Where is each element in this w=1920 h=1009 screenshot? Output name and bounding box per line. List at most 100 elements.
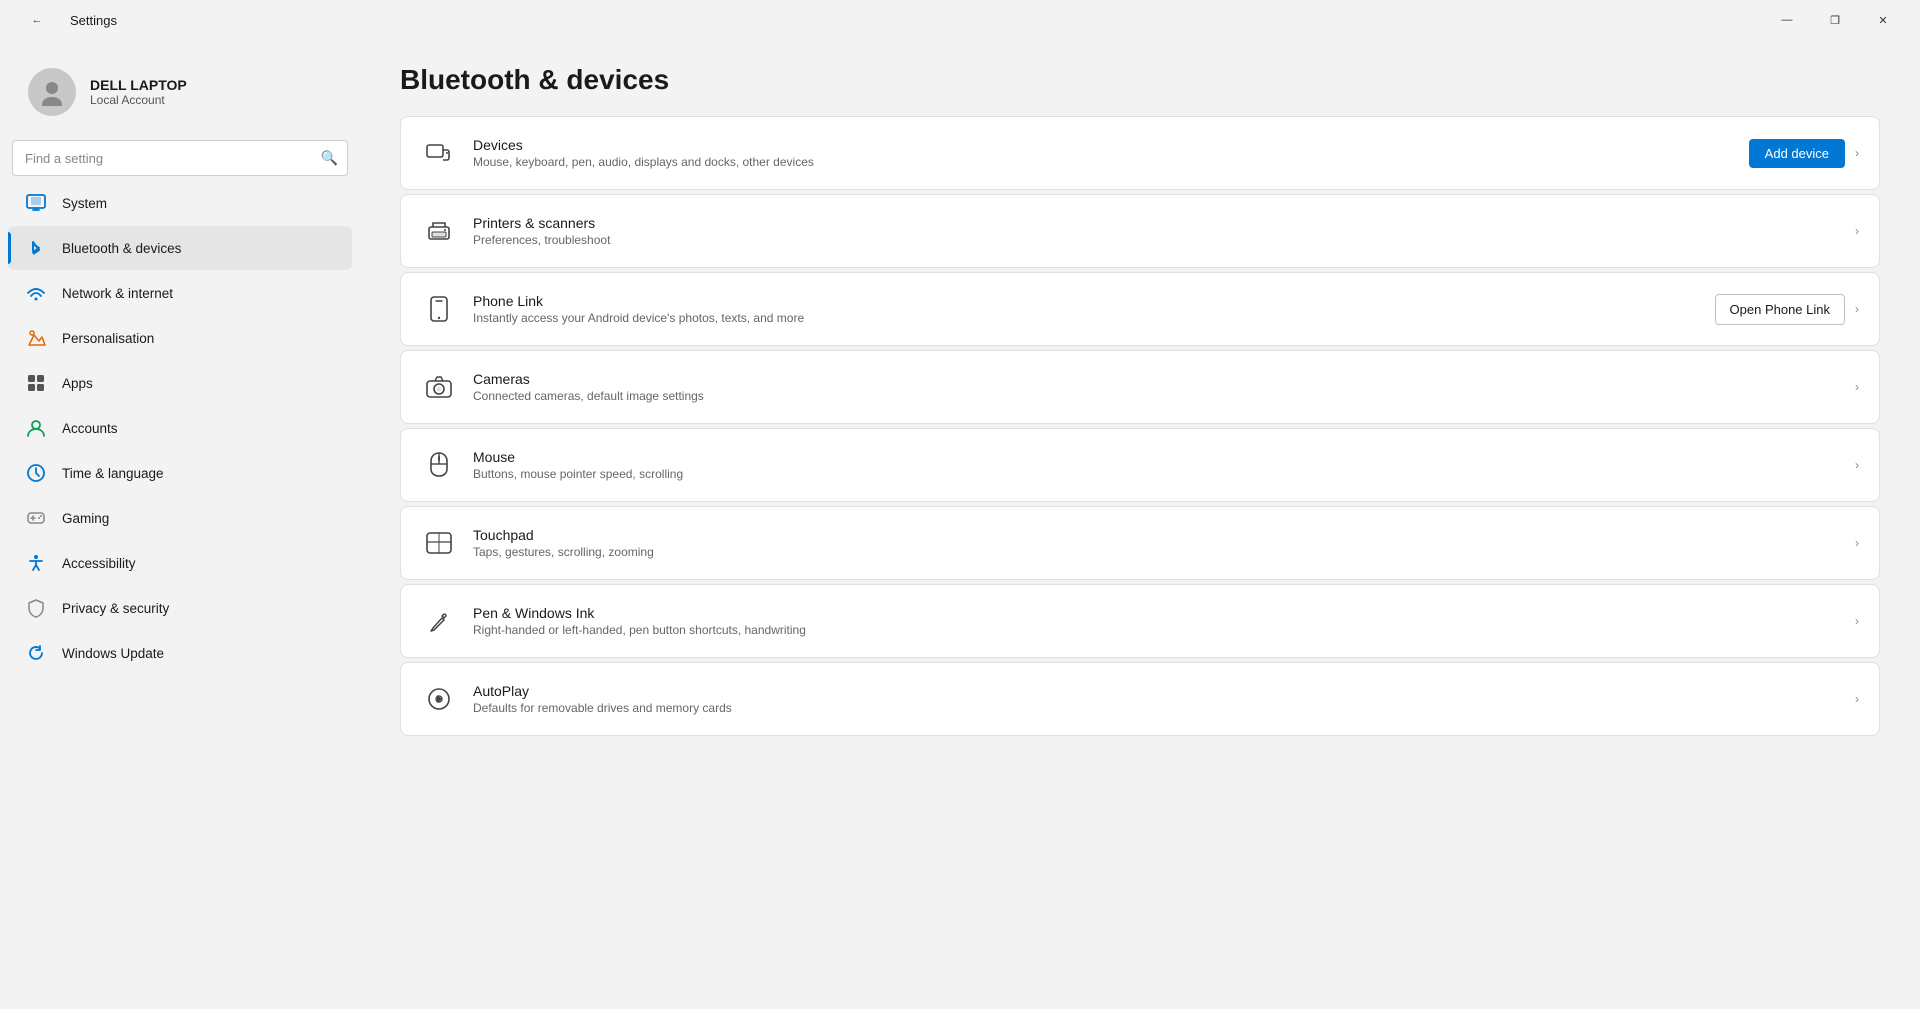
accessibility-icon	[24, 551, 48, 575]
phone-link-chevron-icon: ›	[1855, 302, 1859, 316]
sidebar-label-update: Windows Update	[62, 646, 164, 661]
cameras-icon	[421, 369, 457, 405]
pen-chevron-icon: ›	[1855, 614, 1859, 628]
printers-desc: Preferences, troubleshoot	[473, 233, 1855, 247]
sidebar-label-bluetooth: Bluetooth & devices	[62, 241, 181, 256]
autoplay-chevron-icon: ›	[1855, 692, 1859, 706]
sidebar-item-network[interactable]: Network & internet	[8, 271, 352, 315]
sidebar-label-accessibility: Accessibility	[62, 556, 136, 571]
open-phone-link-button[interactable]: Open Phone Link	[1715, 294, 1845, 325]
mouse-chevron-icon: ›	[1855, 458, 1859, 472]
titlebar-title: Settings	[70, 13, 117, 28]
sidebar-item-accessibility[interactable]: Accessibility	[8, 541, 352, 585]
pen-title: Pen & Windows Ink	[473, 605, 1855, 621]
sidebar-item-gaming[interactable]: Gaming	[8, 496, 352, 540]
system-icon	[24, 191, 48, 215]
touchpad-icon	[421, 525, 457, 561]
sidebar: DELL LAPTOP Local Account 🔍 System	[0, 40, 360, 1009]
main-content: Bluetooth & devices Devices Mouse, keybo…	[360, 40, 1920, 1009]
privacy-icon	[24, 596, 48, 620]
sidebar-label-gaming: Gaming	[62, 511, 109, 526]
titlebar-left: ← Settings	[14, 4, 117, 36]
mouse-title: Mouse	[473, 449, 1855, 465]
minimize-button[interactable]: —	[1764, 4, 1810, 36]
setting-item-mouse[interactable]: Mouse Buttons, mouse pointer speed, scro…	[400, 428, 1880, 502]
sidebar-label-accounts: Accounts	[62, 421, 118, 436]
personalisation-icon	[24, 326, 48, 350]
user-info: DELL LAPTOP Local Account	[90, 77, 187, 107]
phone-link-text: Phone Link Instantly access your Android…	[473, 293, 1715, 325]
setting-item-phone-link[interactable]: Phone Link Instantly access your Android…	[400, 272, 1880, 346]
titlebar: ← Settings — ❐ ✕	[0, 0, 1920, 40]
pen-desc: Right-handed or left-handed, pen button …	[473, 623, 1855, 637]
touchpad-text: Touchpad Taps, gestures, scrolling, zoom…	[473, 527, 1855, 559]
sidebar-item-apps[interactable]: Apps	[8, 361, 352, 405]
time-icon	[24, 461, 48, 485]
sidebar-item-personalisation[interactable]: Personalisation	[8, 316, 352, 360]
sidebar-label-system: System	[62, 196, 107, 211]
touchpad-desc: Taps, gestures, scrolling, zooming	[473, 545, 1855, 559]
sidebar-label-network: Network & internet	[62, 286, 173, 301]
sidebar-item-accounts[interactable]: Accounts	[8, 406, 352, 450]
devices-chevron-icon: ›	[1855, 146, 1859, 160]
setting-item-touchpad[interactable]: Touchpad Taps, gestures, scrolling, zoom…	[400, 506, 1880, 580]
printers-text: Printers & scanners Preferences, trouble…	[473, 215, 1855, 247]
account-type: Local Account	[90, 93, 187, 107]
printers-title: Printers & scanners	[473, 215, 1855, 231]
devices-title: Devices	[473, 137, 1749, 153]
mouse-desc: Buttons, mouse pointer speed, scrolling	[473, 467, 1855, 481]
update-icon	[24, 641, 48, 665]
bluetooth-icon	[24, 236, 48, 260]
devices-desc: Mouse, keyboard, pen, audio, displays an…	[473, 155, 1749, 169]
autoplay-title: AutoPlay	[473, 683, 1855, 699]
phone-link-title: Phone Link	[473, 293, 1715, 309]
close-button[interactable]: ✕	[1860, 4, 1906, 36]
mouse-icon	[421, 447, 457, 483]
pen-action: ›	[1855, 614, 1859, 628]
sidebar-item-system[interactable]: System	[8, 181, 352, 225]
mouse-action: ›	[1855, 458, 1859, 472]
sidebar-item-bluetooth[interactable]: Bluetooth & devices	[8, 226, 352, 270]
sidebar-label-personalisation: Personalisation	[62, 331, 154, 346]
setting-item-autoplay[interactable]: AutoPlay Defaults for removable drives a…	[400, 662, 1880, 736]
sidebar-item-time[interactable]: Time & language	[8, 451, 352, 495]
setting-item-cameras[interactable]: Cameras Connected cameras, default image…	[400, 350, 1880, 424]
cameras-action: ›	[1855, 380, 1859, 394]
mouse-text: Mouse Buttons, mouse pointer speed, scro…	[473, 449, 1855, 481]
cameras-chevron-icon: ›	[1855, 380, 1859, 394]
page-title: Bluetooth & devices	[400, 64, 1880, 96]
network-icon	[24, 281, 48, 305]
autoplay-action: ›	[1855, 692, 1859, 706]
search-icon: 🔍	[321, 150, 338, 167]
setting-item-printers[interactable]: Printers & scanners Preferences, trouble…	[400, 194, 1880, 268]
sidebar-label-apps: Apps	[62, 376, 93, 391]
devices-icon	[421, 135, 457, 171]
maximize-button[interactable]: ❐	[1812, 4, 1858, 36]
titlebar-controls: — ❐ ✕	[1764, 4, 1906, 36]
search-input[interactable]	[12, 140, 348, 176]
pen-text: Pen & Windows Ink Right-handed or left-h…	[473, 605, 1855, 637]
touchpad-chevron-icon: ›	[1855, 536, 1859, 550]
printers-icon	[421, 213, 457, 249]
printers-action: ›	[1855, 224, 1859, 238]
username: DELL LAPTOP	[90, 77, 187, 93]
add-device-button[interactable]: Add device	[1749, 139, 1845, 168]
sidebar-label-time: Time & language	[62, 466, 164, 481]
sidebar-item-update[interactable]: Windows Update	[8, 631, 352, 675]
setting-item-devices[interactable]: Devices Mouse, keyboard, pen, audio, dis…	[400, 116, 1880, 190]
sidebar-label-privacy: Privacy & security	[62, 601, 169, 616]
sidebar-item-privacy[interactable]: Privacy & security	[8, 586, 352, 630]
cameras-text: Cameras Connected cameras, default image…	[473, 371, 1855, 403]
avatar	[28, 68, 76, 116]
nav-list: System Bluetooth & devices	[0, 180, 360, 676]
cameras-desc: Connected cameras, default image setting…	[473, 389, 1855, 403]
settings-list: Devices Mouse, keyboard, pen, audio, dis…	[400, 116, 1880, 736]
user-profile[interactable]: DELL LAPTOP Local Account	[8, 48, 352, 132]
phone-link-desc: Instantly access your Android device's p…	[473, 311, 1715, 325]
autoplay-icon	[421, 681, 457, 717]
phone-link-icon	[421, 291, 457, 327]
back-button[interactable]: ←	[14, 4, 60, 36]
app-body: DELL LAPTOP Local Account 🔍 System	[0, 40, 1920, 1009]
setting-item-pen[interactable]: Pen & Windows Ink Right-handed or left-h…	[400, 584, 1880, 658]
cameras-title: Cameras	[473, 371, 1855, 387]
